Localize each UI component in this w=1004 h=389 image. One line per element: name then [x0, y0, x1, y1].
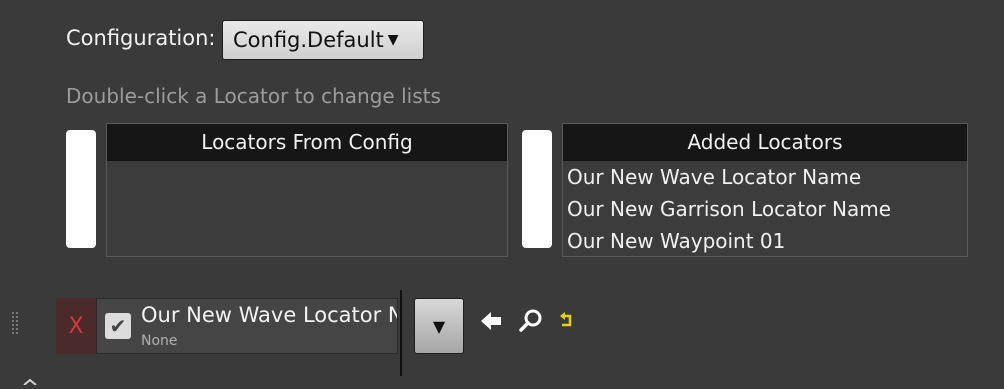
caret-down-icon: ▼: [432, 316, 446, 336]
reset-arrow-icon: [560, 312, 572, 327]
list-item[interactable]: Our New Waypoint 01: [563, 225, 967, 257]
configuration-value: Config.Default: [233, 28, 384, 52]
use-selected-button[interactable]: [476, 306, 506, 336]
entry-checkbox[interactable]: ✔: [105, 313, 131, 339]
hint-text: Double-click a Locator to change lists: [66, 84, 441, 108]
close-icon: X: [68, 313, 84, 339]
move-to-added-button[interactable]: [522, 130, 552, 248]
browse-button[interactable]: [516, 306, 546, 336]
arrow-left-icon: [481, 312, 501, 330]
list-item[interactable]: Our New Garrison Locator Name: [563, 193, 967, 225]
locator-entry[interactable]: ✔ Our New Wave Locator N None: [96, 298, 398, 354]
added-locators-header: Added Locators: [563, 124, 967, 161]
move-to-config-button[interactable]: [66, 130, 96, 248]
checkmark-icon: ✔: [109, 314, 127, 338]
remove-entry-button[interactable]: X: [56, 298, 96, 354]
magnifier-icon: [519, 309, 542, 332]
list-item[interactable]: Our New Wave Locator Name: [563, 161, 967, 193]
column-divider[interactable]: [400, 290, 402, 376]
reset-button[interactable]: [552, 306, 582, 336]
configuration-label: Configuration:: [66, 26, 216, 50]
locators-from-config-list[interactable]: Locators From Config: [106, 123, 508, 257]
entry-subtitle: None: [141, 333, 178, 349]
drag-grip-icon[interactable]: [12, 310, 22, 340]
caret-down-icon: ▼: [387, 32, 399, 48]
entry-combo-button[interactable]: ▼: [414, 298, 464, 354]
configuration-dropdown[interactable]: Config.Default ▼: [222, 20, 424, 60]
entry-title: Our New Wave Locator N: [141, 303, 398, 327]
locators-from-config-header: Locators From Config: [107, 124, 507, 161]
added-locators-list[interactable]: Added Locators Our New Wave Locator Name…: [562, 123, 968, 257]
partial-icon: [22, 370, 38, 386]
